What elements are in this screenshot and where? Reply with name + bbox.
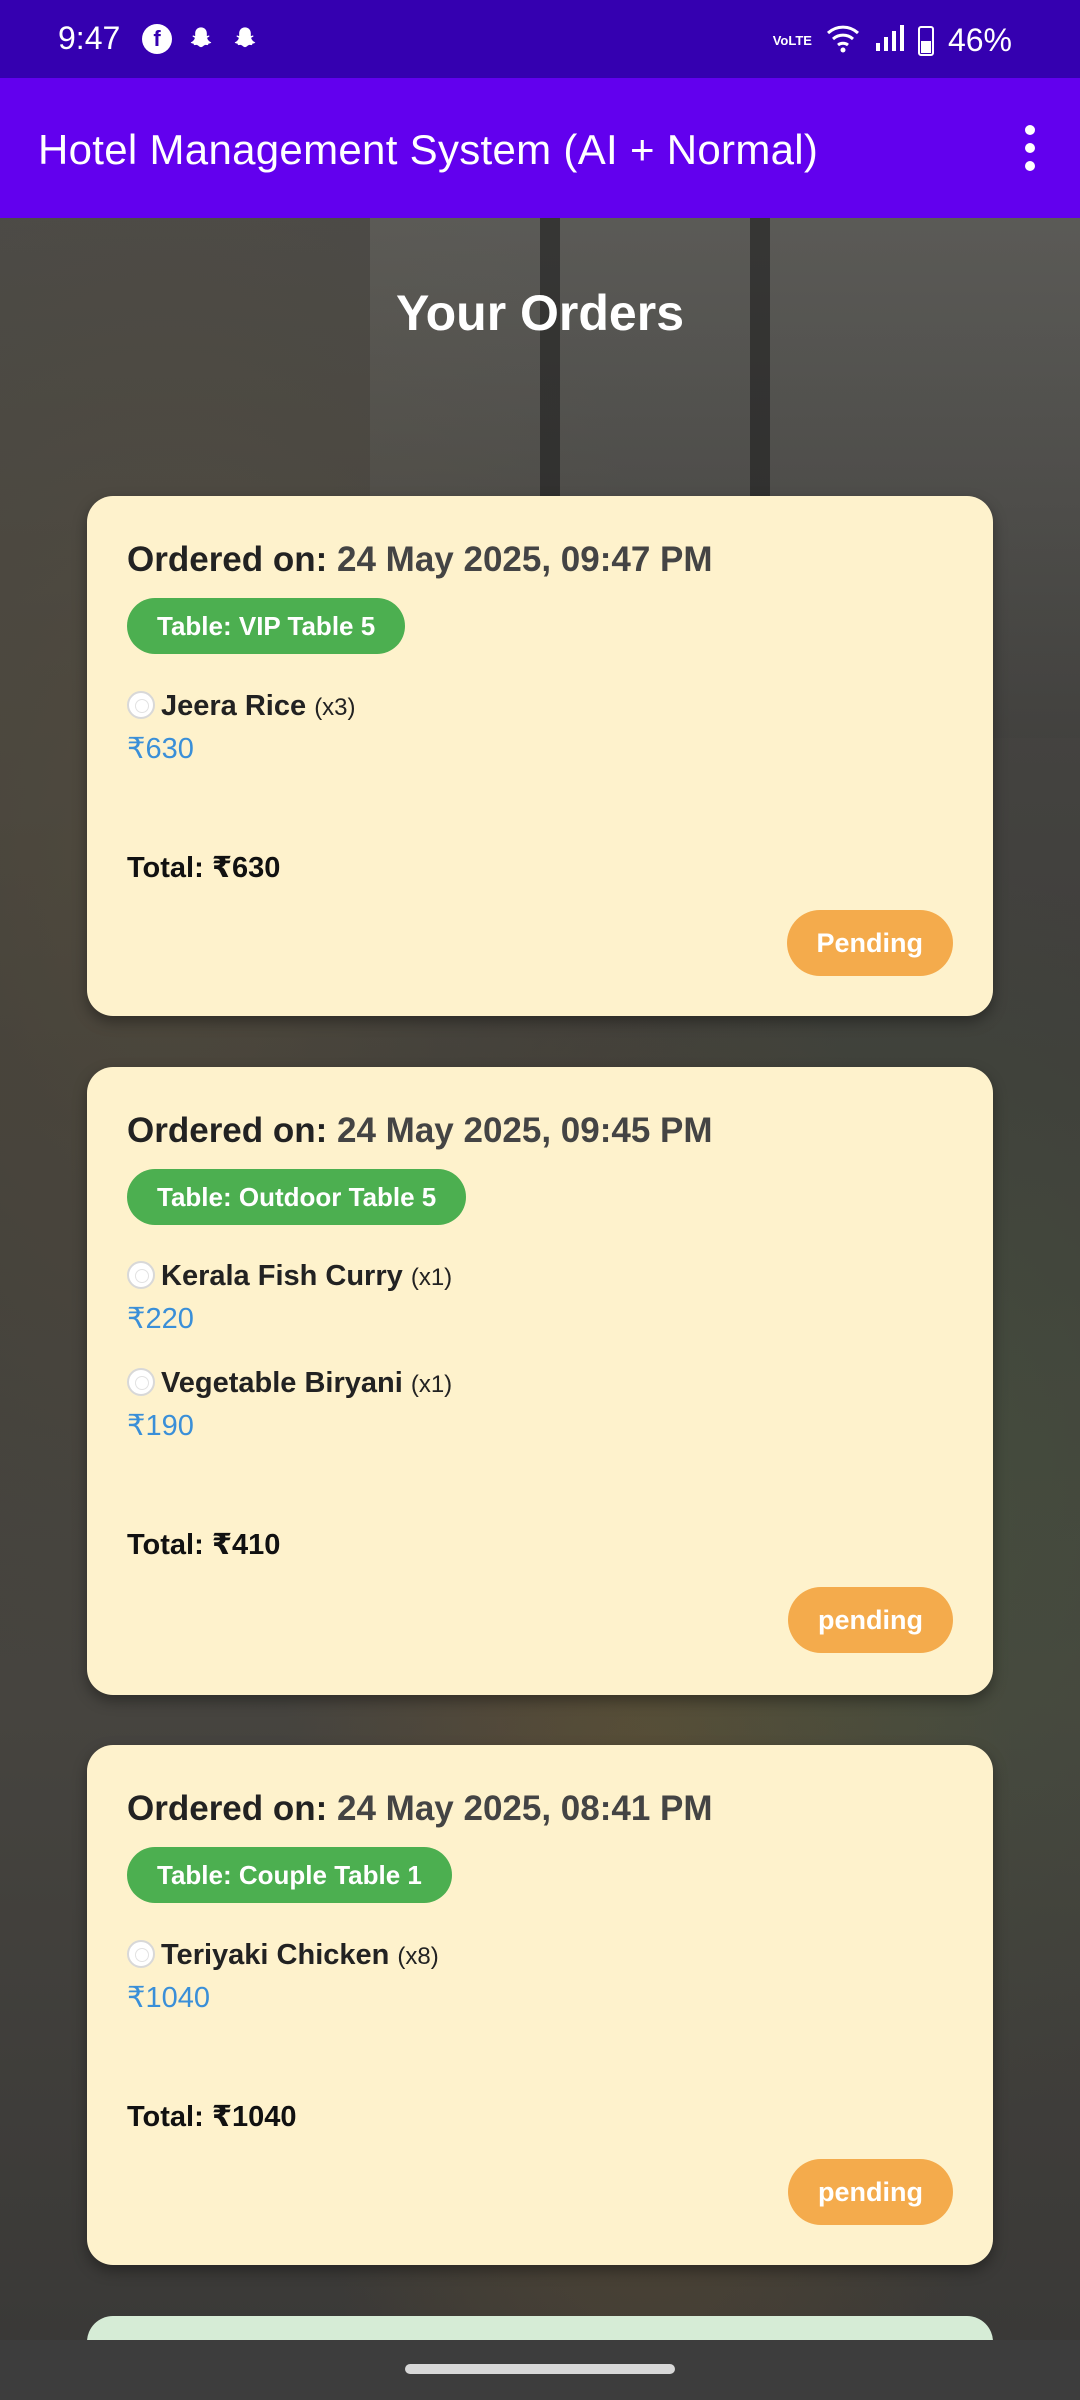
- app-title: Hotel Management System (AI + Normal): [38, 126, 819, 173]
- order-date: Ordered on: 24 May 2025, 09:47 PM: [127, 540, 713, 580]
- plate-icon: [127, 1261, 155, 1289]
- item-name: Kerala Fish Curry: [161, 1260, 403, 1292]
- navigation-bar: [0, 2340, 1080, 2400]
- home-gesture-handle[interactable]: [405, 2364, 675, 2374]
- item-price: ₹190: [127, 1410, 194, 1442]
- order-item: Jeera Rice (x3) ₹630: [127, 690, 356, 766]
- plate-icon: [127, 1368, 155, 1396]
- more-vert-icon: [1025, 125, 1035, 135]
- snapchat-icon: [186, 24, 216, 54]
- app-bar: Hotel Management System (AI + Normal): [0, 78, 1080, 218]
- item-quantity: (x3): [314, 694, 356, 721]
- signal-icon: [874, 23, 904, 58]
- volte-icon: VoLTE: [772, 32, 812, 48]
- order-item: Teriyaki Chicken (x8) ₹1040: [127, 1939, 439, 2015]
- item-price: ₹1040: [127, 1982, 210, 2014]
- status-badge: Pending: [786, 910, 953, 976]
- orders-screen[interactable]: Your Orders Ordered on: 24 May 2025, 09:…: [0, 218, 1080, 2340]
- order-total: Total: ₹410: [127, 1529, 281, 1561]
- table-badge: Table: Couple Table 1: [127, 1847, 452, 1903]
- item-price: ₹630: [127, 733, 194, 765]
- table-badge: Table: VIP Table 5: [127, 598, 406, 654]
- wifi-icon: [826, 23, 860, 58]
- order-item: Vegetable Biryani (x1) ₹190: [127, 1367, 452, 1443]
- order-date-value: 24 May 2025, 08:41 PM: [337, 1789, 713, 1828]
- status-bar: 9:47 f VoLTE 46%: [0, 0, 1080, 78]
- item-name: Vegetable Biryani: [161, 1367, 403, 1399]
- order-date: Ordered on: 24 May 2025, 08:41 PM: [127, 1789, 713, 1829]
- order-total: Total: ₹630: [127, 852, 281, 884]
- order-date-value: 24 May 2025, 09:45 PM: [337, 1111, 713, 1150]
- order-date-label: Ordered on:: [127, 540, 328, 579]
- overflow-menu-button[interactable]: [1000, 118, 1060, 178]
- battery-icon: [917, 25, 934, 56]
- plate-icon: [127, 1940, 155, 1968]
- battery-percentage: 46%: [947, 22, 1012, 58]
- table-badge: Table: Outdoor Table 5: [127, 1169, 467, 1225]
- facebook-icon: f: [142, 24, 172, 54]
- item-quantity: (x1): [410, 1264, 453, 1291]
- order-card[interactable]: [87, 2316, 993, 2340]
- item-name: Teriyaki Chicken: [161, 1939, 390, 1971]
- order-total: Total: ₹1040: [127, 2101, 297, 2133]
- item-name: Jeera Rice: [161, 690, 307, 722]
- status-badge: pending: [788, 1587, 953, 1653]
- item-quantity: (x1): [410, 1371, 453, 1398]
- item-quantity: (x8): [397, 1943, 439, 1970]
- page-title: Your Orders: [395, 285, 685, 341]
- status-badge: pending: [788, 2159, 953, 2225]
- order-item: Kerala Fish Curry (x1) ₹220: [127, 1260, 452, 1336]
- order-card[interactable]: Ordered on: 24 May 2025, 09:45 PM Table:…: [87, 1067, 993, 1695]
- plate-icon: [127, 691, 155, 719]
- order-date-label: Ordered on:: [127, 1111, 328, 1150]
- order-card[interactable]: Ordered on: 24 May 2025, 08:41 PM Table:…: [87, 1745, 993, 2265]
- status-time: 9:47: [58, 20, 121, 56]
- notification-icons: f: [142, 24, 260, 54]
- item-price: ₹220: [127, 1303, 194, 1335]
- order-date-value: 24 May 2025, 09:47 PM: [337, 540, 713, 579]
- order-card[interactable]: Ordered on: 24 May 2025, 09:47 PM Table:…: [87, 496, 993, 1016]
- snapchat-icon: [230, 24, 260, 54]
- order-date-label: Ordered on:: [127, 1789, 328, 1828]
- status-indicators: VoLTE 46%: [773, 22, 1012, 59]
- order-date: Ordered on: 24 May 2025, 09:45 PM: [127, 1111, 713, 1151]
